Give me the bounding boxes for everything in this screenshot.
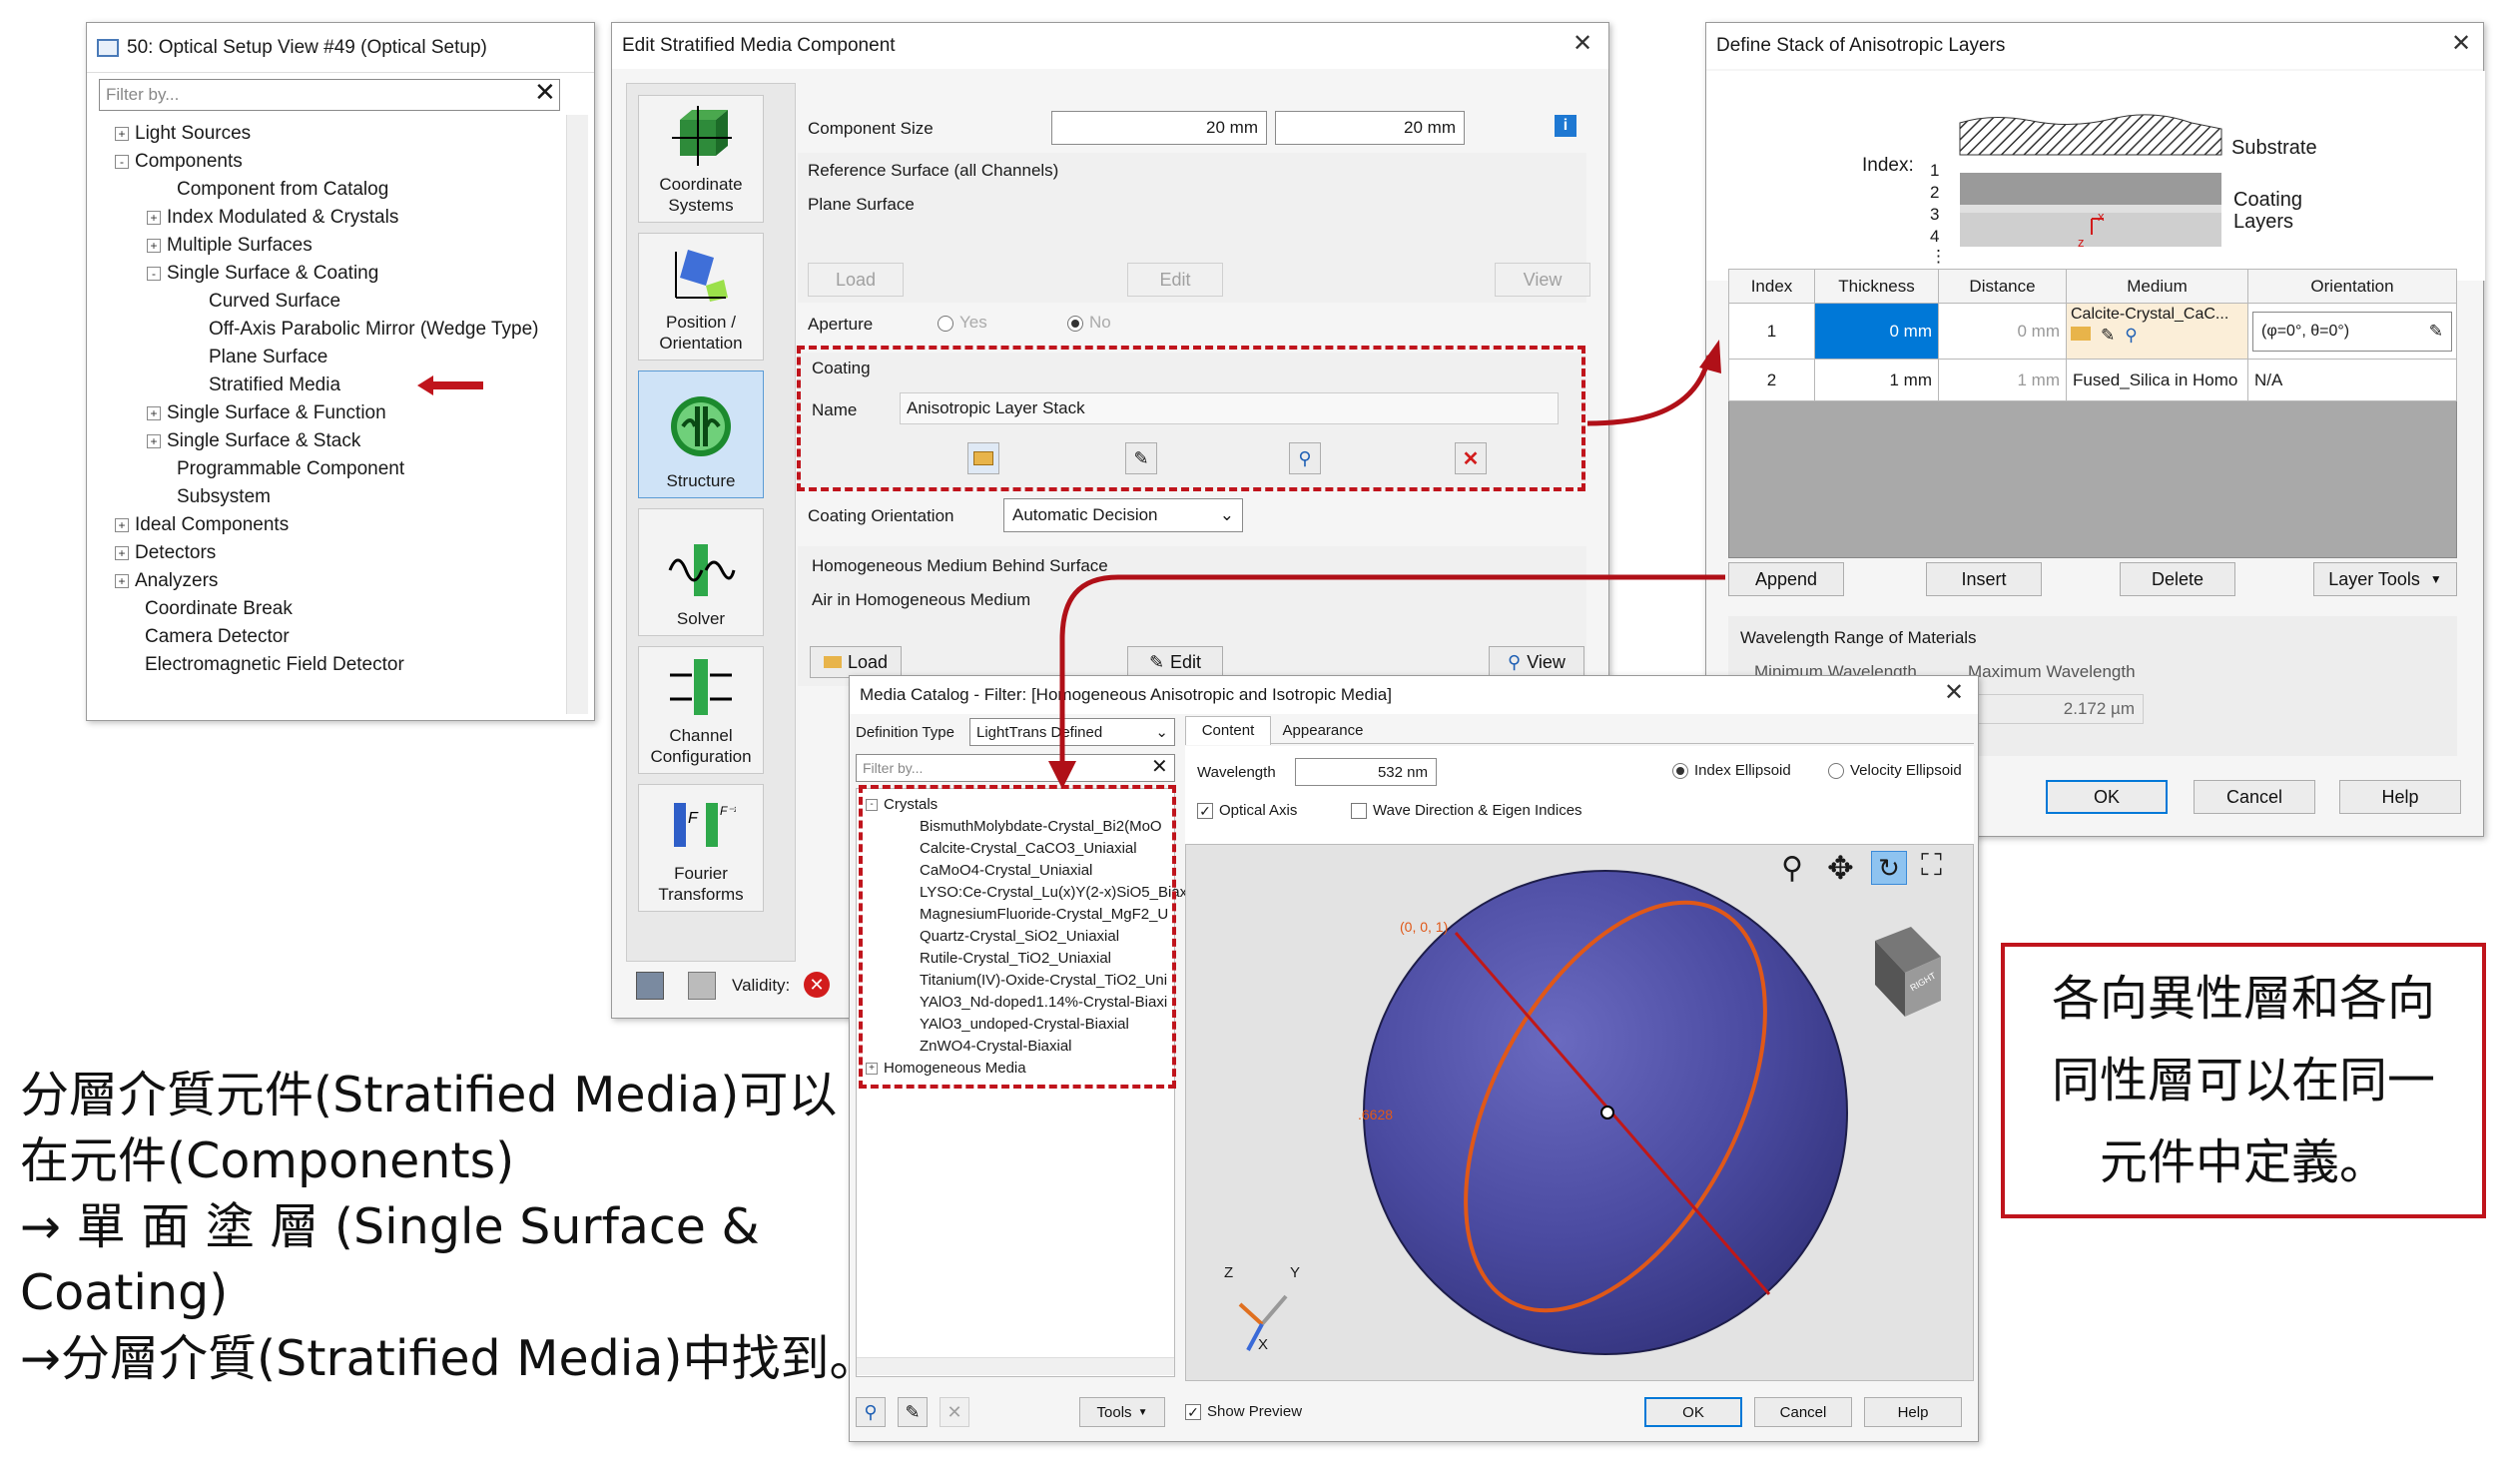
annotation-right-line-3: 元件中定義。 [2099,1134,2387,1190]
arrow-coating-to-stack [1586,340,1721,426]
arrow-medium-to-catalog [1048,574,1725,789]
annotation-left-line-1: 分層介質元件(Stratified Media)可以 [20,1067,838,1123]
annotation-right-box: 各向異性層和各向 同性層可以在同一 元件中定義。 [2001,943,2486,1218]
annotation-right-line-1: 各向異性層和各向 [2051,971,2435,1027]
annotation-left-line-4: Coating) [20,1264,229,1321]
annotation-left-line-2: 在元件(Components) [20,1132,515,1189]
annotation-right-line-2: 同性層可以在同一 [2051,1053,2435,1109]
annotation-left: 分層介質元件(Stratified Media)可以 在元件(Component… [20,1063,879,1392]
annotation-left-line-3: → 單 面 塗 層 (Single Surface & [20,1198,760,1255]
annotation-left-line-5: →分層介質(Stratified Media)中找到。 [20,1330,879,1387]
